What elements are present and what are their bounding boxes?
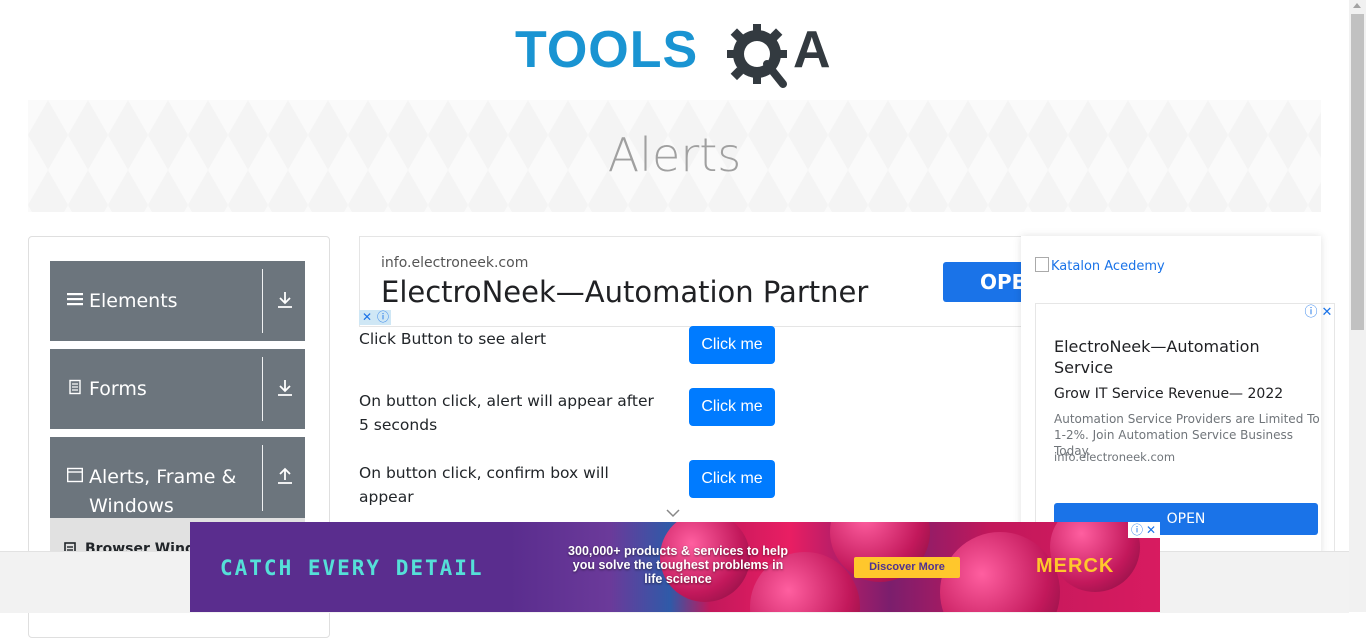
top-ad[interactable]: info.electroneek.com ElectroNeek—Automat… bbox=[359, 236, 1023, 327]
side-ad-card[interactable]: ⓘ ✕ ElectroNeek—Automation Service Grow … bbox=[1035, 303, 1335, 555]
scrollbar-thumb[interactable] bbox=[1351, 14, 1364, 330]
download-arrow-icon[interactable] bbox=[276, 291, 294, 309]
side-ad-subtitle: Grow IT Service Revenue— 2022 bbox=[1054, 386, 1284, 402]
toolsqa-logo[interactable]: TOOLS A bbox=[515, 14, 840, 92]
gear-magnifier-icon bbox=[727, 24, 787, 88]
divider bbox=[262, 445, 263, 511]
merck-logo: MERCK bbox=[1036, 555, 1115, 577]
confirm-button[interactable]: Click me bbox=[689, 460, 775, 498]
close-icon[interactable]: ✕ bbox=[1146, 522, 1156, 538]
ad-open-button[interactable]: OPEN bbox=[943, 262, 1022, 302]
divider bbox=[262, 269, 263, 333]
info-icon[interactable]: ⓘ bbox=[377, 310, 389, 325]
page-banner: Alerts bbox=[28, 100, 1321, 212]
side-ad[interactable]: Katalon Acedemy ⓘ ✕ ElectroNeek—Automati… bbox=[1021, 236, 1335, 556]
bottom-ad[interactable]: CATCH EVERY DETAIL 300,000+ products & s… bbox=[190, 522, 1160, 612]
ad-headline[interactable]: ElectroNeek—Automation Partner bbox=[381, 275, 868, 309]
timer-alert-row-label: On button click, alert will appear after… bbox=[359, 392, 654, 434]
document-icon bbox=[69, 379, 81, 395]
katalon-image-link[interactable]: Katalon Acedemy bbox=[1035, 257, 1165, 274]
download-arrow-icon[interactable] bbox=[276, 379, 294, 397]
ad-domain: info.electroneek.com bbox=[381, 255, 529, 271]
sidebar-group-label: Elements bbox=[89, 290, 178, 312]
side-ad-domain: info.electroneek.com bbox=[1054, 450, 1176, 464]
ad-choices[interactable]: ⓘ ✕ bbox=[1128, 522, 1160, 538]
bottom-ad-copy: 300,000+ products & services to help you… bbox=[568, 544, 788, 586]
upload-arrow-icon[interactable] bbox=[276, 467, 294, 485]
bottom-ad-tagline: CATCH EVERY DETAIL bbox=[220, 556, 484, 580]
scroll-up-arrow-icon[interactable] bbox=[1353, 3, 1361, 8]
alert-button[interactable]: Click me bbox=[689, 326, 775, 364]
page-title: Alerts bbox=[607, 128, 742, 182]
sidebar-group-label-line2: Windows bbox=[89, 495, 174, 517]
hamburger-icon bbox=[67, 293, 83, 306]
ad-choices[interactable]: ✕ ⓘ bbox=[359, 310, 391, 325]
sidebar-group-label-line1: Alerts, Frame & bbox=[89, 466, 237, 488]
logo-a-text: A bbox=[793, 21, 831, 79]
side-ad-title[interactable]: ElectroNeek—Automation Service bbox=[1054, 336, 1314, 378]
broken-image-icon bbox=[1035, 257, 1049, 272]
sidebar-group-elements[interactable]: Elements bbox=[50, 261, 305, 341]
close-icon[interactable]: ✕ bbox=[1320, 306, 1334, 320]
alert-row-label: Click Button to see alert bbox=[359, 330, 547, 348]
info-icon[interactable]: ⓘ bbox=[1131, 522, 1143, 538]
sidebar-group-label: Forms bbox=[89, 378, 147, 400]
timer-alert-button[interactable]: Click me bbox=[689, 388, 775, 426]
sidebar-group-label: Alerts, Frame & Windows bbox=[89, 463, 236, 521]
bottom-ad-count: 300,000+ bbox=[568, 544, 621, 558]
info-icon[interactable]: ⓘ bbox=[1304, 306, 1318, 320]
confirm-row-label: On button click, confirm box will appear bbox=[359, 464, 609, 506]
close-icon[interactable]: ✕ bbox=[362, 310, 372, 325]
window-icon bbox=[67, 467, 83, 483]
chevron-down-icon[interactable] bbox=[666, 508, 680, 518]
logo-tools-text: TOOLS bbox=[515, 21, 699, 79]
discover-more-button[interactable]: Discover More bbox=[854, 557, 960, 578]
sidebar-group-forms[interactable]: Forms bbox=[50, 349, 305, 429]
page-scrollbar[interactable] bbox=[1349, 0, 1366, 612]
divider bbox=[262, 357, 263, 421]
sidebar-group-alerts-frame-windows[interactable]: Alerts, Frame & Windows bbox=[50, 437, 305, 527]
katalon-alt-text: Katalon Acedemy bbox=[1051, 259, 1165, 274]
